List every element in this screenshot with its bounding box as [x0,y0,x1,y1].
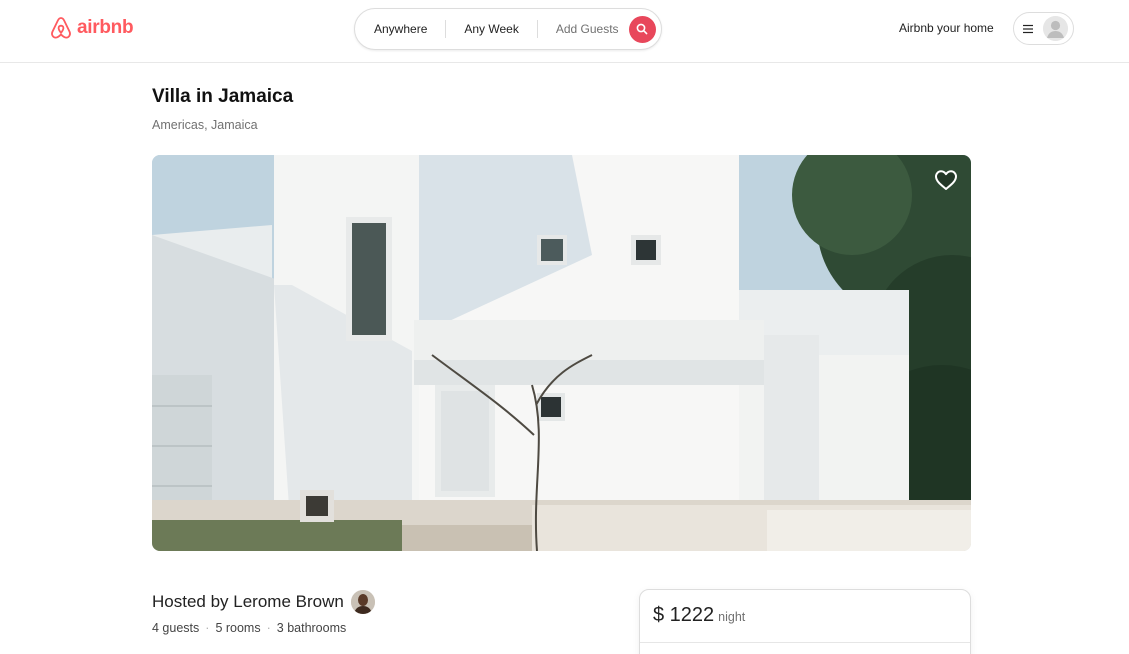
villa-illustration [152,155,971,551]
airbnb-logo[interactable]: airbnb [49,15,134,41]
user-menu-button[interactable] [1013,12,1074,45]
listing-photo[interactable] [152,155,971,551]
nightly-price: $ 1222 [653,604,715,626]
listing-specs: 4 guests · 5 rooms · 3 bathrooms [152,621,352,635]
search-icon [636,23,648,35]
user-avatar [1043,16,1068,41]
heart-icon[interactable] [934,169,958,191]
search-dates-button[interactable]: Any Week [446,20,536,38]
booking-card: $ 1222 night [639,589,971,654]
hosted-by-text: Hosted by Lerome Brown [152,592,344,611]
host-avatar[interactable] [350,590,375,614]
listing-title: Villa in Jamaica [152,86,294,107]
host-info: Hosted by Lerome Brown [152,590,375,614]
price-unit: night [718,610,746,624]
price-row: $ 1222 night [653,604,745,627]
airbnb-logo-icon [51,17,71,39]
search-button[interactable] [628,15,656,43]
logo-text: airbnb [77,17,134,38]
search-bar[interactable]: Anywhere Any Week Add Guests [354,8,662,50]
search-guests-button[interactable]: Add Guests [538,20,629,38]
top-navigation: airbnb Anywhere Any Week Add Guests Airb… [0,0,1129,63]
rooms-count: 5 rooms [215,621,261,635]
host-avatar-icon [350,590,375,614]
user-avatar-icon [1043,16,1068,41]
divider [640,642,970,643]
airbnb-your-home-link[interactable]: Airbnb your home [899,21,994,35]
menu-icon [1023,24,1033,33]
search-location-button[interactable]: Anywhere [355,20,445,38]
separator: · [205,621,210,635]
separator: · [266,621,271,635]
listing-location: Americas, Jamaica [152,118,258,132]
bathrooms-count: 3 bathrooms [276,621,347,635]
guests-count: 4 guests [152,621,200,635]
